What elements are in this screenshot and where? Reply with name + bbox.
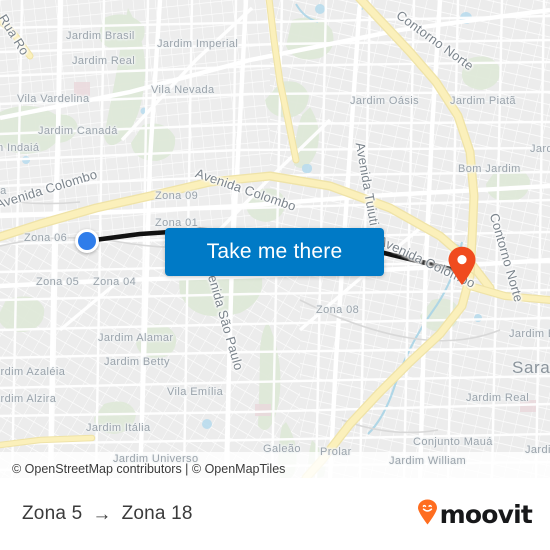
map-canvas[interactable]: Jardim Brasil Jardim Imperial Jardim Real V… [0, 0, 550, 478]
moovit-route-card: Jardim Brasil Jardim Imperial Jardim Real V… [0, 0, 550, 550]
route-origin-label: Zona 5 [22, 503, 83, 524]
moovit-logo: moovit [417, 499, 533, 530]
bottom-bar: Zona 5 → Zona 18 moovit [0, 478, 550, 550]
moovit-wordmark: moovit [439, 499, 533, 529]
take-me-there-button[interactable]: Take me there [165, 228, 384, 276]
destination-marker-pin[interactable] [447, 246, 477, 286]
arrow-right-icon: → [92, 503, 112, 525]
route-summary: Zona 5 → Zona 18 [22, 503, 193, 525]
route-destination-label: Zona 18 [121, 503, 193, 524]
moovit-pin-icon [417, 499, 438, 530]
origin-marker-dot[interactable] [75, 229, 99, 253]
